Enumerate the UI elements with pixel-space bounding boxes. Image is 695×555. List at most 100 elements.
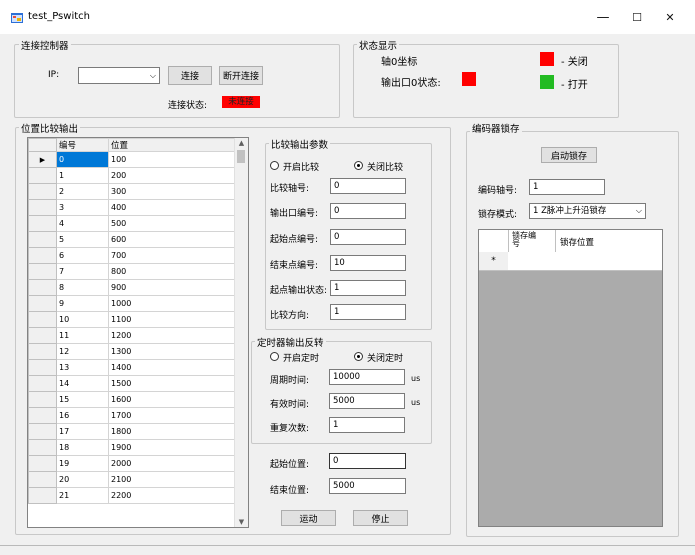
cell-index[interactable]: 9 xyxy=(56,295,109,312)
cell-position[interactable]: 400 xyxy=(108,199,235,216)
row-header[interactable] xyxy=(28,183,57,200)
row-header[interactable]: ▶ xyxy=(28,151,57,168)
table-row[interactable]: 15 1600 xyxy=(28,391,235,408)
cell-index[interactable]: 11 xyxy=(56,327,109,344)
cell-position[interactable]: 1000 xyxy=(108,295,235,312)
radio-disable-timer-label[interactable]: 关闭定时 xyxy=(367,351,403,364)
latch-col-index-header[interactable]: 锁存编号 xyxy=(512,232,542,248)
table-row[interactable]: 13 1400 xyxy=(28,359,235,376)
table-row[interactable]: 17 1800 xyxy=(28,423,235,440)
cell-position[interactable]: 1700 xyxy=(108,407,235,424)
radio-enable-compare[interactable] xyxy=(270,161,279,170)
radio-disable-compare-label[interactable]: 关闭比较 xyxy=(367,160,403,173)
radio-enable-compare-label[interactable]: 开启比较 xyxy=(283,160,319,173)
cell-index[interactable]: 10 xyxy=(56,311,109,328)
position-grid[interactable]: 编号 位置 ▶ 0 100 1 200 2 300 3 400 4 500 5 600 6 700 7 800 8… xyxy=(27,137,249,528)
period-field[interactable]: 10000 xyxy=(329,369,405,385)
cell-position[interactable]: 1100 xyxy=(108,311,235,328)
cell-position[interactable]: 200 xyxy=(108,167,235,184)
table-row[interactable]: 5 600 xyxy=(28,231,235,248)
cell-position[interactable]: 2200 xyxy=(108,487,235,504)
cell-index[interactable]: 8 xyxy=(56,279,109,296)
cell-position[interactable]: 700 xyxy=(108,247,235,264)
row-header[interactable] xyxy=(28,455,57,472)
table-row[interactable]: 12 1300 xyxy=(28,343,235,360)
row-header[interactable] xyxy=(28,231,57,248)
cell-position[interactable]: 800 xyxy=(108,263,235,280)
cell-position[interactable]: 1500 xyxy=(108,375,235,392)
motion-end-field[interactable]: 5000 xyxy=(329,478,406,494)
row-header[interactable] xyxy=(28,327,57,344)
cell-index[interactable]: 20 xyxy=(56,471,109,488)
cell-index[interactable]: 5 xyxy=(56,231,109,248)
cell-index[interactable]: 0 xyxy=(56,151,109,168)
row-header[interactable] xyxy=(28,439,57,456)
cell-index[interactable]: 21 xyxy=(56,487,109,504)
table-row[interactable]: 19 2000 xyxy=(28,455,235,472)
cell-position[interactable]: 2100 xyxy=(108,471,235,488)
table-row[interactable]: 21 2200 xyxy=(28,487,235,504)
stop-button[interactable]: 停止 xyxy=(353,510,408,526)
grid-scrollbar[interactable]: ▲ ▼ xyxy=(234,138,248,527)
maximize-button[interactable]: ☐ xyxy=(622,6,652,28)
table-row[interactable]: 20 2100 xyxy=(28,471,235,488)
compare-axis-field[interactable]: 0 xyxy=(330,178,406,194)
radio-disable-compare[interactable] xyxy=(354,161,363,170)
output-no-field[interactable]: 0 xyxy=(330,203,406,219)
ip-combobox[interactable]: ⌵ xyxy=(78,67,160,84)
row-header[interactable] xyxy=(28,423,57,440)
run-button[interactable]: 运动 xyxy=(281,510,336,526)
cell-index[interactable]: 4 xyxy=(56,215,109,232)
scroll-thumb[interactable] xyxy=(237,150,245,163)
row-header[interactable] xyxy=(28,407,57,424)
row-header[interactable] xyxy=(28,343,57,360)
row-header[interactable] xyxy=(28,391,57,408)
table-row[interactable]: 6 700 xyxy=(28,247,235,264)
radio-enable-timer-label[interactable]: 开启定时 xyxy=(283,351,319,364)
scroll-down-icon[interactable]: ▼ xyxy=(235,518,248,526)
close-button[interactable]: ✕ xyxy=(655,6,685,28)
row-header[interactable] xyxy=(28,167,57,184)
cell-position[interactable]: 1400 xyxy=(108,359,235,376)
table-row[interactable]: 14 1500 xyxy=(28,375,235,392)
cell-index[interactable]: 2 xyxy=(56,183,109,200)
cell-index[interactable]: 16 xyxy=(56,407,109,424)
cell-index[interactable]: 19 xyxy=(56,455,109,472)
row-header[interactable] xyxy=(28,359,57,376)
row-header[interactable] xyxy=(28,375,57,392)
cell-position[interactable]: 1900 xyxy=(108,439,235,456)
row-header[interactable] xyxy=(28,487,57,504)
row-header[interactable] xyxy=(28,279,57,296)
col-position-header[interactable]: 位置 xyxy=(108,138,235,152)
cell-position[interactable]: 300 xyxy=(108,183,235,200)
radio-disable-timer[interactable] xyxy=(354,352,363,361)
row-header[interactable] xyxy=(28,215,57,232)
row-header[interactable] xyxy=(28,471,57,488)
cell-position[interactable]: 900 xyxy=(108,279,235,296)
cell-index[interactable]: 14 xyxy=(56,375,109,392)
table-row[interactable]: 16 1700 xyxy=(28,407,235,424)
cell-position[interactable]: 1300 xyxy=(108,343,235,360)
latch-mode-combobox[interactable]: 1 Z脉冲上升沿锁存 ⌵ xyxy=(529,203,646,219)
row-header[interactable] xyxy=(28,247,57,264)
cell-index[interactable]: 18 xyxy=(56,439,109,456)
connect-button[interactable]: 连接 xyxy=(168,66,212,85)
end-point-field[interactable]: 10 xyxy=(330,255,406,271)
table-row[interactable]: 4 500 xyxy=(28,215,235,232)
latch-grid[interactable]: 锁存编号 锁存位置 * xyxy=(478,229,663,527)
table-row[interactable]: 2 300 xyxy=(28,183,235,200)
radio-enable-timer[interactable] xyxy=(270,352,279,361)
row-header[interactable] xyxy=(28,295,57,312)
table-row[interactable]: 3 400 xyxy=(28,199,235,216)
start-point-field[interactable]: 0 xyxy=(330,229,406,245)
disconnect-button[interactable]: 断开连接 xyxy=(219,66,263,85)
cell-index[interactable]: 6 xyxy=(56,247,109,264)
col-index-header[interactable]: 编号 xyxy=(56,138,109,152)
scroll-up-icon[interactable]: ▲ xyxy=(235,139,248,147)
cell-index[interactable]: 7 xyxy=(56,263,109,280)
cell-index[interactable]: 15 xyxy=(56,391,109,408)
table-row[interactable]: 10 1100 xyxy=(28,311,235,328)
cell-position[interactable]: 1200 xyxy=(108,327,235,344)
table-row[interactable]: 8 900 xyxy=(28,279,235,296)
cell-position[interactable]: 1600 xyxy=(108,391,235,408)
